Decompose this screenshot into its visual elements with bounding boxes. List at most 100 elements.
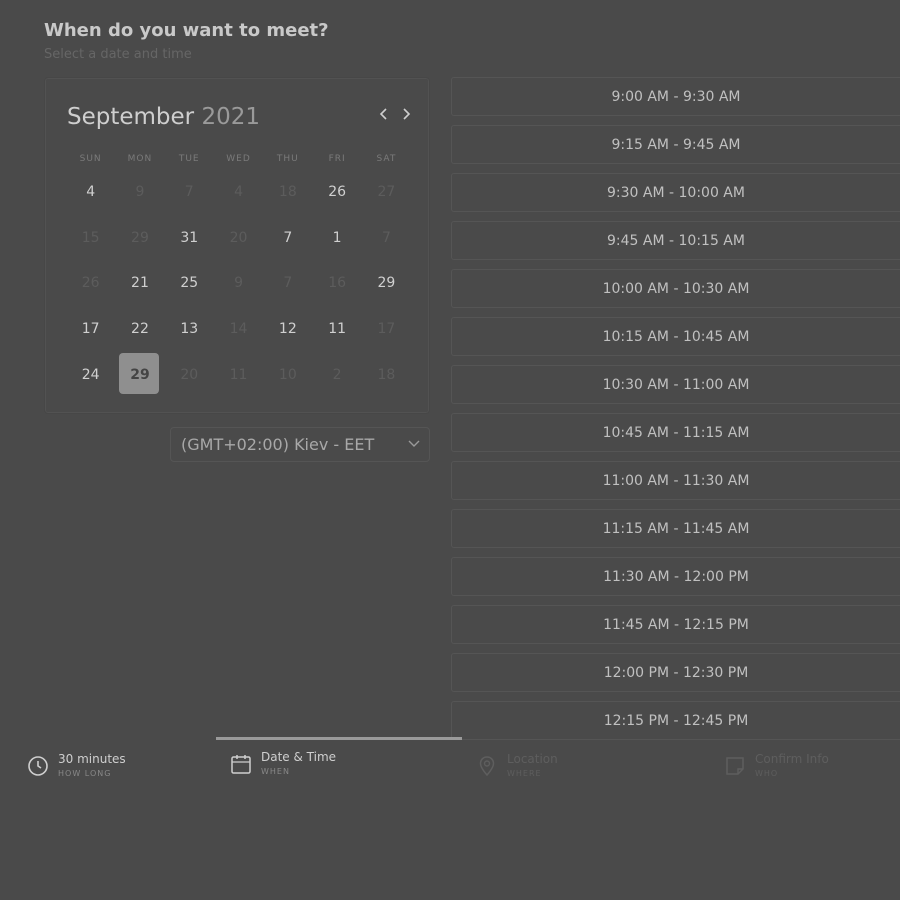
calendar-day[interactable]: 7 xyxy=(263,215,312,261)
calendar-day[interactable]: 31 xyxy=(165,215,214,261)
weekday-header: SUN MON TUE WED THU FRI SAT xyxy=(66,154,411,164)
calendar-day-number: 11 xyxy=(328,321,347,338)
calendar-heading: September 2021 xyxy=(67,104,260,130)
calendar-day-number: 7 xyxy=(283,275,293,292)
calendar-day: 7 xyxy=(165,169,214,215)
calendar-day[interactable]: 25 xyxy=(165,261,214,307)
calendar-day-number: 15 xyxy=(81,229,100,246)
calendar-day-number: 13 xyxy=(180,321,199,338)
calendar-day[interactable]: 1 xyxy=(312,215,361,261)
calendar-day: 2 xyxy=(312,352,361,398)
step-confirm-sub: WHO xyxy=(755,769,779,778)
calendar-day-number: 9 xyxy=(234,275,243,292)
time-slot-button[interactable]: 12:00 PM - 12:30 PM xyxy=(451,653,900,692)
calendar-day-number: 26 xyxy=(328,183,347,200)
calendar-day[interactable]: 24 xyxy=(66,352,115,398)
calendar-day[interactable]: 4 xyxy=(66,169,115,215)
page-subtitle: Select a date and time xyxy=(44,47,192,62)
chevron-left-icon[interactable] xyxy=(375,106,393,126)
calendar-day-number: 24 xyxy=(81,367,100,384)
calendar-day-number: 18 xyxy=(377,367,396,384)
step-location-label: Location xyxy=(507,752,558,766)
calendar-day: 26 xyxy=(66,261,115,307)
time-slot-button[interactable]: 11:15 AM - 11:45 AM xyxy=(451,509,900,548)
calendar-day-number: 17 xyxy=(81,321,100,338)
calendar-day-number: 4 xyxy=(86,183,96,200)
weekday-label: THU xyxy=(276,154,299,164)
calendar-day-number: 21 xyxy=(131,275,149,292)
time-slot-button[interactable]: 11:30 AM - 12:00 PM xyxy=(451,557,900,596)
calendar-day-number: 1 xyxy=(332,229,342,246)
weekday-label: WED xyxy=(226,154,251,164)
time-slot-button[interactable]: 11:00 AM - 11:30 AM xyxy=(451,461,900,500)
calendar-day-number: 25 xyxy=(180,275,199,292)
header: When do you want to meet? Select a date … xyxy=(44,20,329,62)
calendar-day: 29 xyxy=(115,215,164,261)
calendar-day-number: 20 xyxy=(180,367,199,384)
time-slot-button[interactable]: 12:15 PM - 12:45 PM xyxy=(451,701,900,740)
step-duration[interactable]: 30 minutes HOW LONG xyxy=(27,752,126,778)
step-datetime-sub: WHEN xyxy=(261,767,290,776)
calendar-day-number: 14 xyxy=(229,321,248,338)
page-title: When do you want to meet? xyxy=(44,20,329,41)
calendar-day-number: 11 xyxy=(229,367,248,384)
calendar-day[interactable]: 12 xyxy=(263,306,312,352)
calendar: September 2021 SUN MON TUE WED THU FRI SAT 4 9 7… xyxy=(44,77,430,414)
calendar-icon xyxy=(231,755,251,774)
calendar-day-number: 9 xyxy=(135,183,145,200)
calendar-day: 20 xyxy=(214,215,263,261)
calendar-day[interactable]: 21 xyxy=(115,261,164,307)
step-location[interactable]: Location WHERE xyxy=(476,752,558,778)
calendar-day-number: 16 xyxy=(328,275,347,292)
note-icon xyxy=(726,757,744,775)
calendar-day: 4 xyxy=(214,169,263,215)
step-confirm[interactable]: Confirm Info WHO xyxy=(724,752,829,778)
calendar-day[interactable]: 11 xyxy=(312,306,361,352)
calendar-day[interactable]: 17 xyxy=(66,306,115,352)
calendar-day-number: 4 xyxy=(234,183,243,200)
calendar-day[interactable]: 13 xyxy=(165,306,214,352)
step-datetime[interactable]: Date & Time WHEN xyxy=(230,750,336,776)
time-slot-button[interactable]: 9:45 AM - 10:15 AM xyxy=(451,221,900,260)
calendar-day-number: 20 xyxy=(229,229,248,246)
calendar-day: 18 xyxy=(263,169,312,215)
calendar-day[interactable]: 26 xyxy=(312,169,361,215)
calendar-day: 18 xyxy=(362,352,411,398)
calendar-day-number: 29 xyxy=(377,275,396,292)
chevron-right-icon[interactable] xyxy=(397,106,415,126)
time-slot-button[interactable]: 10:15 AM - 10:45 AM xyxy=(451,317,900,356)
calendar-day: 14 xyxy=(214,306,263,352)
time-slot-button[interactable]: 10:45 AM - 11:15 AM xyxy=(451,413,900,452)
calendar-day-number: 31 xyxy=(180,229,199,246)
calendar-day: 11 xyxy=(214,352,263,398)
time-slot-button[interactable]: 9:00 AM - 9:30 AM xyxy=(451,77,900,116)
weekday-label: FRI xyxy=(328,154,346,164)
calendar-day-number: 27 xyxy=(377,183,396,200)
calendar-day: 7 xyxy=(362,215,411,261)
time-slot-button[interactable]: 10:00 AM - 10:30 AM xyxy=(451,269,900,308)
timezone-select[interactable]: (GMT+02:00) Kiev - EET xyxy=(170,427,430,462)
calendar-day-number: 29 xyxy=(131,229,149,246)
calendar-day[interactable]: 22 xyxy=(115,306,164,352)
time-slot-button[interactable]: 11:45 AM - 12:15 PM xyxy=(451,605,900,644)
calendar-day-number: 18 xyxy=(278,183,297,200)
calendar-day: 9 xyxy=(115,169,164,215)
calendar-day: 15 xyxy=(66,215,115,261)
weekday-label: TUE xyxy=(178,154,200,164)
calendar-day: 10 xyxy=(263,352,312,398)
calendar-day: 27 xyxy=(362,169,411,215)
calendar-grid: 4 9 7 4 18 26 27 15 29 31 20 7 1 7 26 21 25 9 7 16 29 17 22 13 1… xyxy=(66,169,411,398)
weekday-label: SAT xyxy=(376,154,397,164)
weekday-label: SUN xyxy=(79,154,102,164)
calendar-day[interactable]: 29 xyxy=(362,261,411,307)
time-slot-button[interactable]: 9:30 AM - 10:00 AM xyxy=(451,173,900,212)
step-datetime-label: Date & Time xyxy=(261,750,337,764)
time-slot-button[interactable]: 10:30 AM - 11:00 AM xyxy=(451,365,900,404)
timezone-value: (GMT+02:00) Kiev - EET xyxy=(181,435,375,454)
calendar-day-number: 2 xyxy=(332,367,342,384)
weekday-label: MON xyxy=(127,154,153,164)
step-location-sub: WHERE xyxy=(507,769,542,778)
time-slot-button[interactable]: 9:15 AM - 9:45 AM xyxy=(451,125,900,164)
calendar-day-selected[interactable]: 29 xyxy=(115,352,164,398)
calendar-day: 20 xyxy=(165,352,214,398)
